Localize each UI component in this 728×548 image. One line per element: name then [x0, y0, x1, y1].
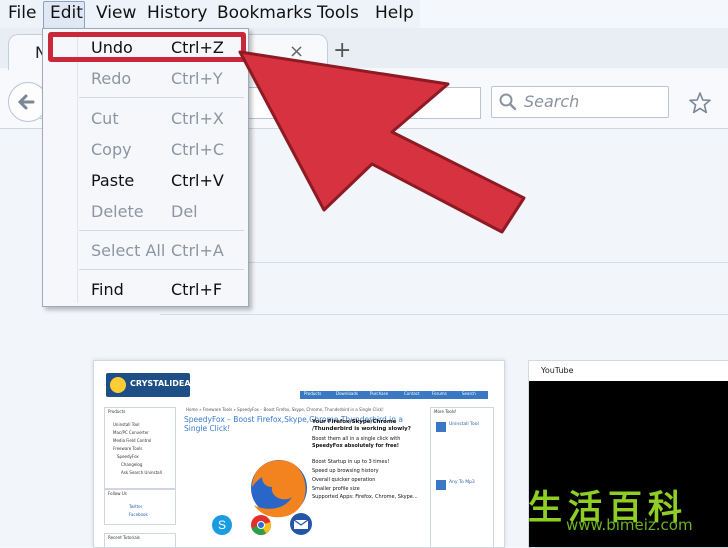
pointer-arrow-icon [238, 50, 526, 234]
